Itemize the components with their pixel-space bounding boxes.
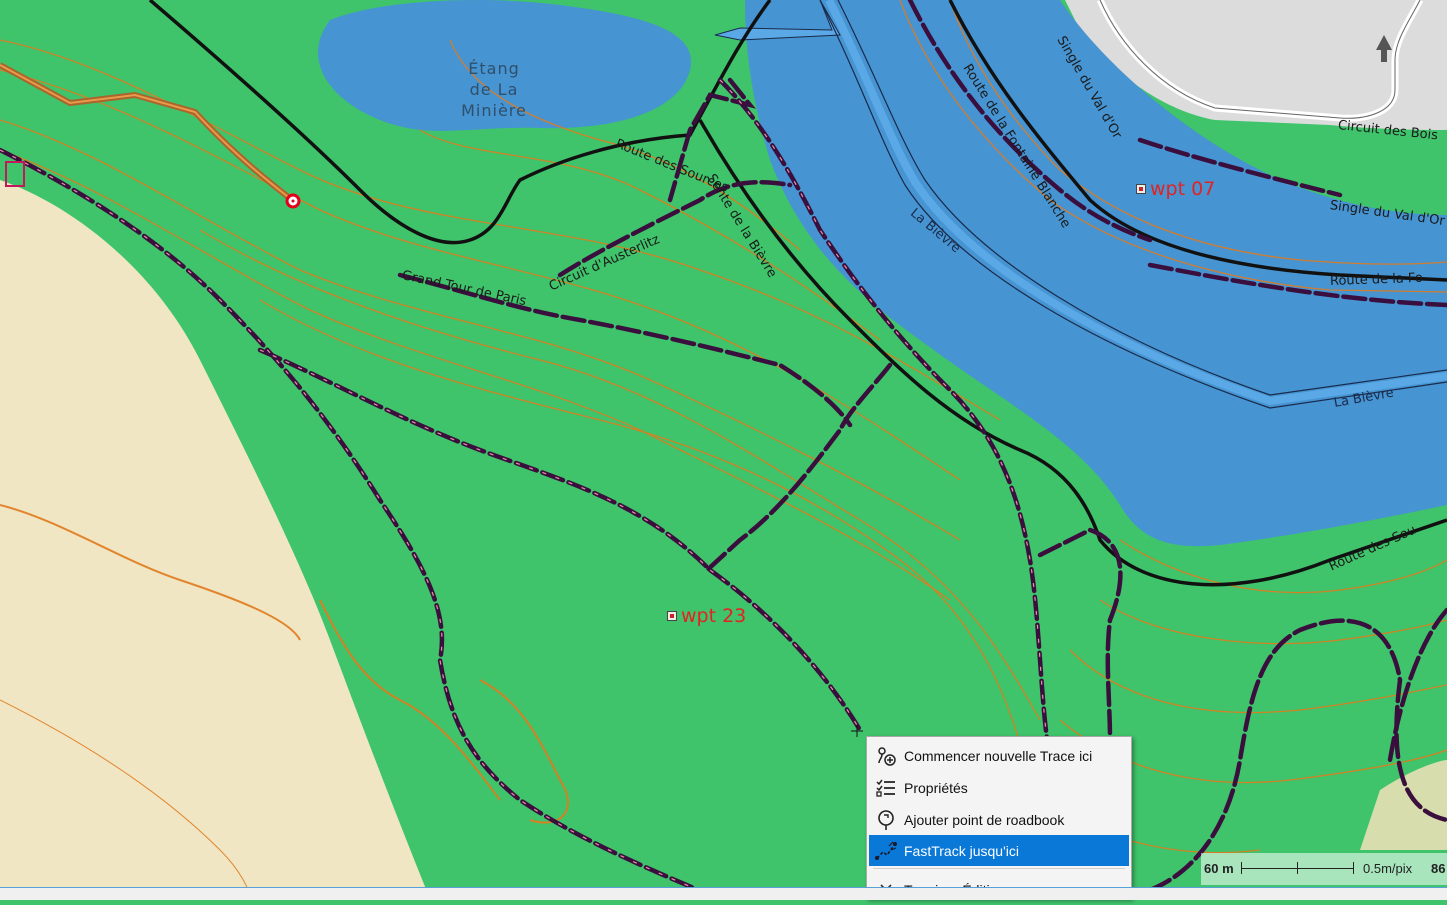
menu-item-add-roadbook-point[interactable]: Ajouter point de roadbook	[869, 805, 1129, 835]
waypoint-wpt-23[interactable]: wpt 23	[667, 605, 746, 627]
waypoint-label: wpt 23	[681, 605, 747, 627]
map-scale-bar: 60 m 0.5m/pix 86	[1201, 853, 1447, 885]
map-canvas[interactable]	[0, 0, 1447, 899]
scale-tick	[1241, 862, 1242, 874]
menu-item-label: FastTrack jusqu'ici	[904, 842, 1019, 859]
menu-item-fasttrack[interactable]: FastTrack jusqu'ici	[869, 835, 1129, 866]
scale-resolution: 0.5m/pix	[1363, 861, 1413, 876]
waypoint-icon	[667, 611, 677, 621]
menu-item-start-track[interactable]: Commencer nouvelle Trace ici	[869, 741, 1129, 771]
roadbook-pin-icon	[871, 805, 901, 835]
zoom-level: 86	[1431, 861, 1446, 876]
menu-item-label: Commencer nouvelle Trace ici	[904, 748, 1093, 764]
lake-label: Étang de La Minière	[461, 59, 527, 120]
properties-list-icon	[871, 773, 901, 803]
menu-item-label: Ajouter point de roadbook	[904, 812, 1065, 828]
waypoint-wpt-07[interactable]: wpt 07	[1136, 178, 1215, 200]
waypoint-icon	[1136, 184, 1146, 194]
context-menu: Commencer nouvelle Trace ici Propriétés …	[866, 736, 1132, 899]
scale-distance: 60 m	[1204, 861, 1234, 876]
scale-tick	[1297, 862, 1298, 874]
menu-item-properties[interactable]: Propriétés	[869, 773, 1129, 803]
menu-item-label: Propriétés	[904, 780, 968, 796]
status-strip	[0, 887, 1447, 900]
fasttrack-icon	[871, 836, 901, 866]
waypoint-label: wpt 07	[1150, 178, 1216, 200]
scale-tick	[1353, 862, 1354, 874]
menu-separator	[873, 868, 1125, 869]
start-track-icon	[871, 741, 901, 771]
